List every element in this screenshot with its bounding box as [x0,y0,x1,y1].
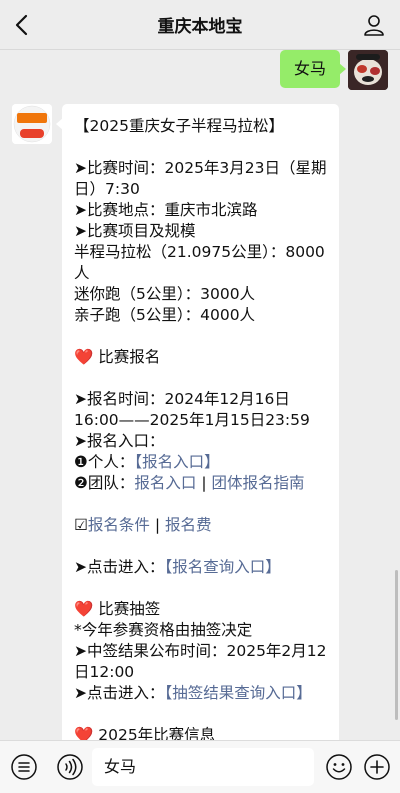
heart-icon: ❤️ [74,348,94,366]
personal-entry: ❶个人：【报名入口】 [74,453,220,471]
lottery-result-link[interactable]: 【抽签结果查询入口】 [165,684,312,702]
emoji-icon[interactable] [325,753,353,781]
conditions-link[interactable]: 报名条件 [88,516,150,534]
message-input[interactable]: 女马 [92,748,314,786]
register-query-link[interactable]: 【报名查询入口】 [165,558,281,576]
message-title: 【2025重庆女子半程马拉松】 [74,117,284,135]
heart-icon: ❤️ [74,726,94,740]
user-profile-icon[interactable] [362,13,386,37]
chat-scrollbar[interactable] [395,570,398,720]
team-register-link[interactable]: 报名入口 [134,474,196,492]
bendibao-logo-avatar[interactable] [12,104,52,144]
heart-icon: ❤️ [74,600,94,618]
checkbox-icon: ☑ [74,516,88,534]
input-bar: 女马 [0,740,400,793]
bot-message-bubble[interactable]: 【2025重庆女子半程马拉松】 ➤比赛时间：2025年3月23日（星期日）7:3… [56,104,339,740]
register-time: ➤报名时间：2024年12月16日16:00——2025年1月15日23:59 [74,390,310,429]
add-plus-icon[interactable] [363,753,391,781]
conditions-row: ☑报名条件 | 报名费 [74,516,212,534]
section-lottery: ❤️ 比赛抽签 [74,600,161,618]
item-mini-run: 迷你跑（5公里）：3000人 [74,285,256,303]
lottery-entry: ➤点击进入：【抽签结果查询入口】 [74,684,312,702]
item-half-marathon: 半程马拉松（21.0975公里）：8000人 [74,243,325,282]
register-entry-heading: ➤报名入口： [74,432,165,450]
lottery-note: *今年参赛资格由抽签决定 [74,621,253,639]
race-items-heading: ➤比赛项目及规模 [74,222,196,240]
personal-register-link[interactable]: 【报名入口】 [134,453,219,471]
section-info: ❤️ 2025年比赛信息 [74,725,329,740]
fee-link[interactable]: 报名费 [165,516,212,534]
bendibao-logo-icon [12,104,52,144]
team-entry: ❷团队：报名入口 | 团体报名指南 [74,474,305,492]
user-avatar-image [348,50,388,90]
back-arrow-icon[interactable] [10,12,36,38]
voice-icon[interactable] [56,753,84,781]
team-guide-link[interactable]: 团体报名指南 [212,474,305,492]
lottery-publish-time: ➤中签结果公布时间：2025年2月12日12:00 [74,642,327,681]
race-time: ➤比赛时间：2025年3月23日（星期日）7:30 [74,159,327,198]
section-register: ❤️ 比赛报名 [74,348,161,366]
race-location: ➤比赛地点：重庆市北滨路 [74,201,258,219]
user-avatar[interactable] [348,50,388,90]
item-family-run: 亲子跑（5公里）：4000人 [74,306,256,324]
page-title: 重庆本地宝 [157,17,243,37]
query-entry: ➤点击进入：【报名查询入口】 [74,558,281,576]
title-bar: 重庆本地宝 [0,0,400,50]
user-message-bubble[interactable]: 女马 [279,50,347,88]
menu-list-icon[interactable] [10,753,38,781]
chat-area[interactable]: 女马 【2025重庆女子半程马拉松】 ➤比赛时间：2025年3月23日（星期日）… [0,50,400,740]
